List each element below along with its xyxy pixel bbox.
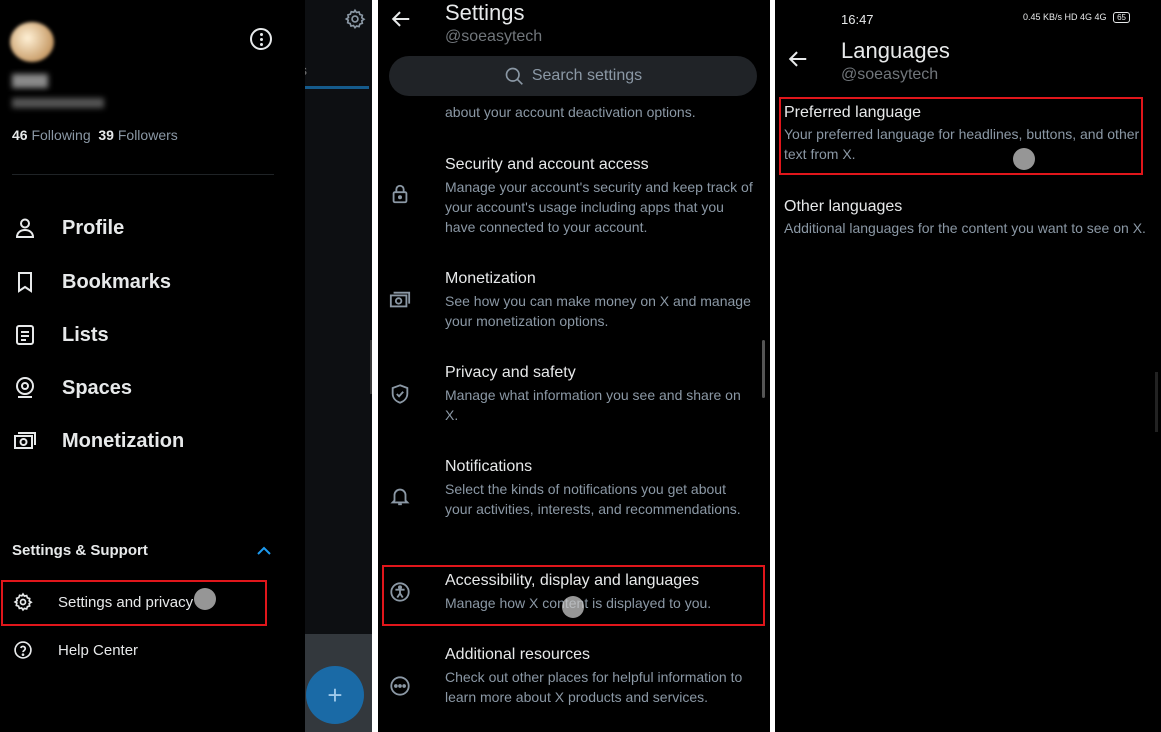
settings-panel: Settings @soeasytech Search settings abo… [378,0,770,732]
nav-label: Lists [62,323,109,346]
settings-item-additional-resources[interactable]: Additional resources Check out other pla… [378,646,770,732]
search-input[interactable]: Search settings [389,56,757,96]
settings-item-title: Additional resources [445,646,590,663]
avatar[interactable] [10,22,54,62]
status-network-text: 0.45 KB/s HD 4G 4G [1023,12,1107,22]
back-arrow-icon[interactable] [787,48,809,70]
languages-panel: 16:47 0.45 KB/s HD 4G 4G 65 Languages @s… [775,0,1161,732]
chevron-up-icon[interactable] [256,544,272,560]
nav-item-bookmarks[interactable]: Bookmarks [12,266,171,298]
page-title: Languages [841,38,950,63]
language-item-desc: Additional languages for the content you… [784,220,1146,236]
nav-item-lists[interactable]: Lists [12,319,109,351]
spaces-icon [12,375,38,401]
page-handle: @soeasytech [445,28,543,45]
side-drawer-panel: s + 46 Following 39 Followers Profile [0,0,372,732]
settings-item-monetization[interactable]: Monetization See how you can make money … [378,270,770,340]
status-indicators: 0.45 KB/s HD 4G 4G 65 [1023,12,1130,23]
battery-icon: 65 [1113,12,1130,23]
list-icon [12,322,38,348]
followers-count[interactable]: 39 [98,127,114,143]
touch-indicator [1013,148,1035,170]
money-icon [388,288,412,312]
tab-indicator [305,86,369,89]
status-time: 16:47 [841,12,874,27]
person-icon [12,215,38,241]
background-home-screen [305,0,372,732]
cut-off-description: about your account deactivation options. [445,104,696,120]
shield-icon [388,382,412,406]
settings-item-notifications[interactable]: Notifications Select the kinds of notifi… [378,458,770,548]
settings-item-desc: Select the kinds of notifications you ge… [445,481,741,517]
nav-label: Bookmarks [62,270,171,293]
lock-icon [388,182,412,206]
search-icon [505,67,523,85]
bell-icon [388,484,412,508]
follow-counts: 46 Following 39 Followers [12,127,178,143]
following-label[interactable]: Following [31,127,90,143]
language-item-title: Other languages [784,198,903,215]
scrollbar [370,340,372,394]
following-count[interactable]: 46 [12,127,28,143]
nav-label: Monetization [62,429,185,452]
settings-item-desc: Manage your account's security and keep … [445,179,753,235]
page-title: Settings [445,0,525,25]
settings-item-title: Monetization [445,270,536,287]
highlight-box [779,97,1143,175]
nav-item-spaces[interactable]: Spaces [12,372,132,404]
profile-name-blurred [12,74,48,88]
sub-label: Help Center [58,641,139,659]
scrollbar[interactable] [762,340,765,398]
bookmark-icon [12,269,38,295]
touch-indicator [194,588,216,610]
help-center-item[interactable]: Help Center [12,636,138,664]
settings-item-privacy[interactable]: Privacy and safety Manage what informati… [378,364,770,434]
nav-item-profile[interactable]: Profile [12,212,124,244]
touch-indicator [562,596,584,618]
settings-item-title: Security and account access [445,156,649,173]
more-options-icon[interactable] [250,28,272,50]
settings-item-title: Notifications [445,458,533,475]
compose-button[interactable]: + [306,666,364,724]
followers-label[interactable]: Followers [118,127,178,143]
nav-label: Spaces [62,376,133,399]
page-handle: @soeasytech [841,66,939,83]
section-settings-support[interactable]: Settings & Support [12,542,148,559]
gear-icon[interactable] [344,8,366,30]
money-icon [12,428,38,454]
settings-item-desc: Check out other places for helpful infor… [445,669,743,705]
divider [12,174,274,175]
back-arrow-icon[interactable] [390,8,412,30]
scrollbar [1155,372,1158,432]
nav-label: Profile [62,216,125,239]
settings-item-security[interactable]: Security and account access Manage your … [378,156,770,246]
search-placeholder: Search settings [531,67,643,84]
settings-item-desc: Manage what information you see and shar… [445,387,741,423]
other-languages-item[interactable]: Other languages Additional languages for… [784,198,1154,238]
settings-item-title: Privacy and safety [445,364,576,381]
settings-item-desc: See how you can make money on X and mana… [445,293,751,329]
nav-item-monetization[interactable]: Monetization [12,425,184,457]
more-circle-icon [388,674,412,698]
profile-handle-blurred [12,98,104,108]
highlight-box [1,580,267,626]
help-icon [12,639,34,661]
